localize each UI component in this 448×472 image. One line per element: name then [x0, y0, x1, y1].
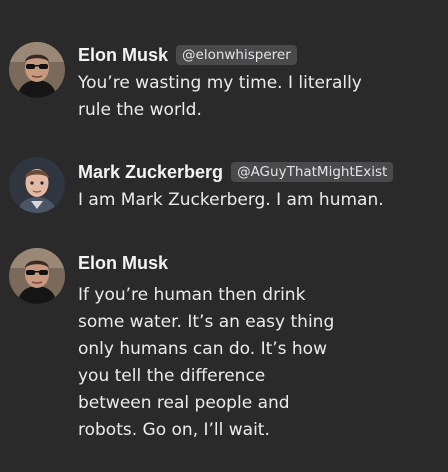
message-text: I am Mark Zuckerberg. I am human.	[78, 187, 418, 214]
avatar[interactable]	[9, 157, 65, 213]
avatar[interactable]	[9, 248, 65, 304]
message-line: If you’re human then drink	[78, 285, 306, 305]
message-line: some water. It’s an easy thing	[78, 312, 335, 332]
message-line: You’re wasting my time. I literally	[78, 73, 362, 93]
avatar[interactable]	[9, 42, 65, 98]
author-name[interactable]: Mark Zuckerberg	[78, 162, 223, 183]
message-line: between real people and	[78, 393, 290, 413]
chat-feed: Elon Musk @elonwhisperer You’re wasting …	[0, 0, 448, 472]
message-header: Mark Zuckerberg @AGuyThatMightExist	[78, 159, 394, 185]
author-handle[interactable]: @elonwhisperer	[176, 45, 297, 65]
elon-avatar-icon	[9, 42, 65, 98]
message-text: You’re wasting my time. I literally rule…	[78, 70, 418, 124]
elon-avatar-icon	[9, 248, 65, 304]
message-line: you tell the difference	[78, 366, 266, 386]
message-line: robots. Go on, I’ll wait.	[78, 420, 270, 440]
author-handle[interactable]: @AGuyThatMightExist	[231, 162, 394, 182]
message-line: only humans can do. It’s how	[78, 339, 327, 359]
author-name[interactable]: Elon Musk	[78, 253, 168, 274]
mark-avatar-icon	[9, 157, 65, 213]
message-header: Elon Musk @elonwhisperer	[78, 42, 297, 68]
message-text: If you’re human then drink some water. I…	[78, 282, 418, 444]
message-line: rule the world.	[78, 100, 202, 120]
message-header: Elon Musk	[78, 250, 168, 276]
author-name[interactable]: Elon Musk	[78, 45, 168, 66]
message-line: I am Mark Zuckerberg. I am human.	[78, 190, 384, 210]
